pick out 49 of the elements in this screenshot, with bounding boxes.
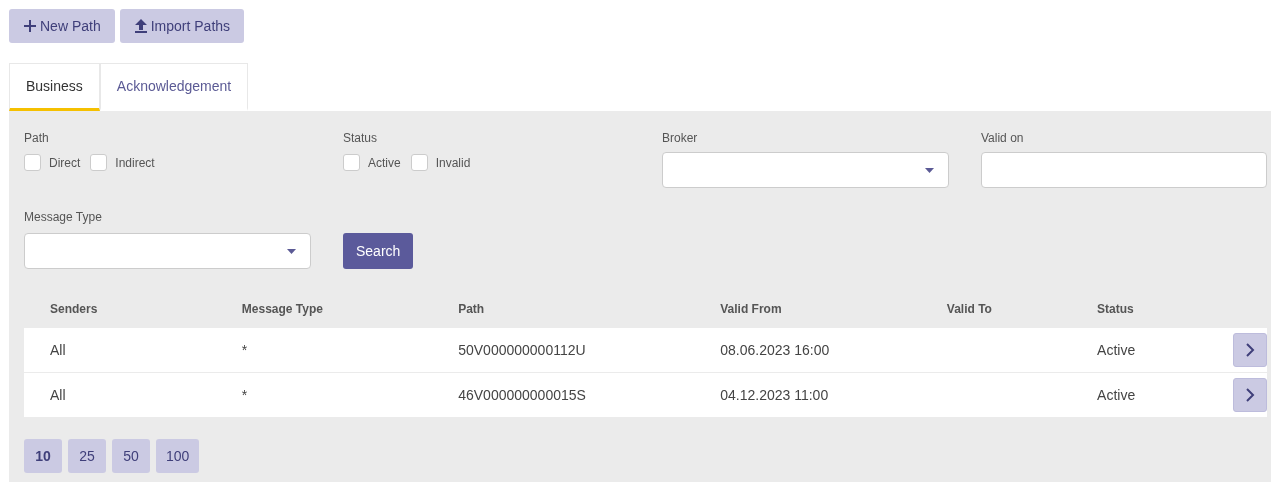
checkbox[interactable]	[24, 154, 41, 171]
open-button[interactable]	[1233, 333, 1267, 367]
checkbox-label: Invalid	[435, 155, 471, 170]
caret-icon	[287, 248, 296, 254]
page-size-button[interactable]: 25	[68, 439, 106, 473]
checkbox-label: Active	[368, 155, 401, 170]
table-cell: 50V000000000112U	[458, 342, 586, 358]
import-button[interactable]: Import Paths	[119, 9, 245, 43]
field-label: Message Type	[24, 210, 103, 224]
checkbox-label: Direct	[49, 155, 81, 170]
field-label: Path	[24, 131, 50, 145]
column-header: Valid To	[946, 301, 992, 316]
table-cell: All	[50, 387, 66, 403]
open-button[interactable]	[1233, 378, 1267, 412]
upload-icon	[133, 19, 148, 33]
column-header: Status	[1097, 301, 1134, 316]
page-size-button[interactable]: 50	[112, 439, 150, 473]
table-cell: *	[241, 342, 248, 358]
column-header: Senders	[50, 301, 98, 316]
checkbox[interactable]	[410, 154, 428, 171]
checkbox-label: Indirect	[115, 155, 155, 170]
table-cell: Active	[1097, 387, 1136, 403]
field-label: Broker	[662, 131, 699, 145]
chevron-right-icon	[1245, 343, 1255, 357]
new-button[interactable]: New Path	[9, 9, 115, 43]
tab[interactable]: Business	[9, 63, 100, 111]
table-cell: Active	[1097, 342, 1136, 358]
table-cell: 08.06.2023 16:00	[720, 342, 830, 358]
table-cell: All	[50, 342, 66, 358]
date-field[interactable]	[981, 152, 1267, 188]
checkbox[interactable]	[343, 154, 360, 171]
page-size-button[interactable]: 10	[24, 439, 62, 473]
search-button[interactable]: Search	[343, 233, 414, 269]
plus-icon	[23, 19, 37, 33]
checkbox[interactable]	[90, 154, 108, 171]
table-cell: 04.12.2023 11:00	[720, 387, 829, 403]
column-header: Valid From	[720, 301, 782, 316]
table-cell: 46V000000000015S	[458, 387, 586, 403]
chevron-right-icon	[1245, 388, 1255, 402]
message-type-dropdown[interactable]	[24, 233, 311, 269]
field-label: Status	[343, 131, 379, 145]
table-cell: *	[241, 387, 248, 403]
broker-dropdown[interactable]	[662, 152, 949, 188]
column-header: Message Type	[241, 301, 323, 316]
column-header: Path	[458, 301, 485, 316]
page-size-button[interactable]: 100	[156, 439, 200, 473]
caret-icon	[925, 167, 934, 173]
tab[interactable]: Acknowledgement	[99, 63, 249, 111]
field-label: Valid on	[981, 131, 1025, 145]
